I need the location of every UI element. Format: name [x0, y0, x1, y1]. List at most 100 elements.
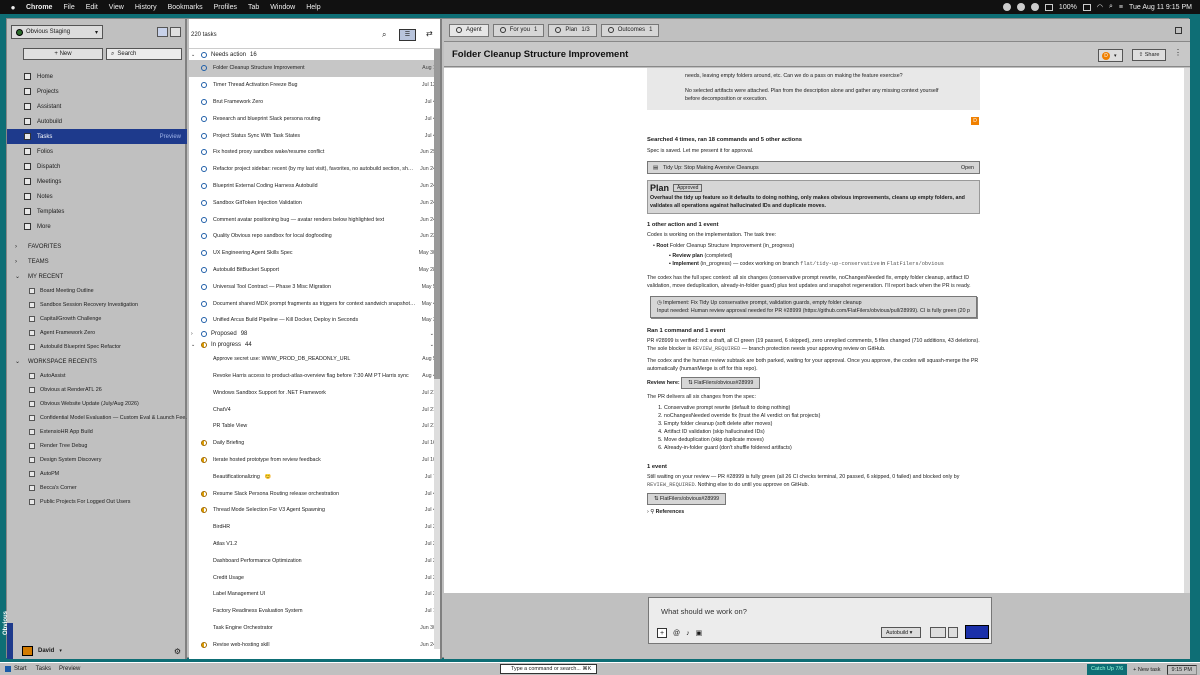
workspace-recent-item[interactable]: AutoAssist: [7, 369, 187, 383]
open-button[interactable]: Open: [961, 164, 974, 172]
more-icon[interactable]: ⋮: [1174, 48, 1182, 57]
task-row[interactable]: Universal Tool Contract — Phase 3 Misc M…: [189, 278, 440, 295]
tab-plan[interactable]: Plan 1/3: [548, 23, 597, 37]
tab-agent[interactable]: Agent: [449, 23, 489, 37]
apple-icon[interactable]: ●: [0, 3, 26, 12]
sidebar-item-home[interactable]: Home: [7, 69, 187, 84]
sidebar-item-folios[interactable]: Folios: [7, 144, 187, 159]
status-icon[interactable]: [1030, 3, 1039, 11]
task-row[interactable]: Unified Arcus Build Pipeline — Kill Dock…: [189, 312, 440, 329]
menu-app[interactable]: Chrome: [26, 4, 52, 11]
search-icon[interactable]: ⌕: [1109, 3, 1113, 11]
task-row[interactable]: Dashboard Performance Optimization Jul 2: [189, 552, 440, 569]
menubar-clock[interactable]: Tue Aug 11 9:15 PM: [1129, 4, 1192, 11]
task-row[interactable]: Refactor project sidebar: recent (by my …: [189, 161, 440, 178]
search-icon[interactable]: ⌕: [382, 30, 386, 40]
options-button[interactable]: [948, 627, 958, 638]
search-button[interactable]: ⌕ Search: [106, 48, 182, 60]
recent-item[interactable]: Board Meeting Outline: [7, 284, 187, 298]
sidebar-item-meetings[interactable]: Meetings: [7, 174, 187, 189]
my-recent-header[interactable]: ⌄ MY RECENT: [7, 269, 187, 284]
workspace-recents-header[interactable]: ⌄ WORKSPACE RECENTS: [7, 354, 187, 369]
task-row[interactable]: Comment avatar positioning bug — avatar …: [189, 211, 440, 228]
status-icon[interactable]: [1044, 3, 1053, 11]
workspace-recent-item[interactable]: Confidential Model Evaluation — Custom E…: [7, 411, 187, 425]
references-toggle[interactable]: › ⚲ References: [647, 508, 980, 516]
activity-summary[interactable]: 1 other action and 1 event: [647, 221, 980, 229]
owner-button[interactable]: D ▾: [1098, 49, 1123, 62]
task-row[interactable]: Label Management UI Jul 2: [189, 586, 440, 603]
task-row[interactable]: Sandbox GitToken Injection Validation Jun…: [189, 194, 440, 211]
sidebar-item-dispatch[interactable]: Dispatch: [7, 159, 187, 174]
activity-summary[interactable]: Searched 4 times, ran 18 commands and 5 …: [647, 136, 980, 144]
task-row[interactable]: Revoke Harris access to product-atlas-ov…: [189, 368, 440, 385]
task-row[interactable]: Blueprint External Coding Harness Autobu…: [189, 178, 440, 195]
wifi-icon[interactable]: ◠: [1097, 3, 1103, 11]
task-row[interactable]: Thread Mode Selection For V3 Agent Spawn…: [189, 502, 440, 519]
task-row[interactable]: Iterate hosted prototype from review fee…: [189, 452, 440, 469]
task-row[interactable]: Folder Cleanup Structure Improvement Aug …: [189, 60, 440, 77]
group-proposed[interactable]: › Proposed 98 ⌄: [189, 329, 440, 340]
send-button[interactable]: [965, 625, 989, 639]
task-row[interactable]: Fix hosted proxy sandbox wake/resume con…: [189, 144, 440, 161]
task-row[interactable]: Quality Obvious repo sandbox for local d…: [189, 228, 440, 245]
model-button[interactable]: [930, 627, 946, 638]
spec-artifact[interactable]: ▤ Tidy Up: Stop Making Aversive Cleanups O…: [647, 161, 980, 174]
menu-item[interactable]: Bookmarks: [168, 4, 203, 11]
task-row[interactable]: Project Status Sync With Task States Jul …: [189, 127, 440, 144]
new-task-button[interactable]: + New task: [1133, 667, 1160, 673]
sidebar-item-projects[interactable]: Projects: [7, 84, 187, 99]
command-search[interactable]: Type a command or search... ⌘K: [500, 664, 597, 674]
workspace-recent-item[interactable]: Obvious at RenderATL 26: [7, 383, 187, 397]
gear-icon[interactable]: ⚙: [174, 647, 181, 656]
recent-item[interactable]: Sandbox Session Recovery Investigation: [7, 298, 187, 312]
microphone-icon[interactable]: ♪: [686, 630, 690, 637]
conversation-scrollbar[interactable]: [1184, 68, 1190, 593]
battery-icon[interactable]: [1082, 3, 1091, 11]
user-footer[interactable]: David ▾ ⚙: [7, 643, 187, 659]
close-panel-icon[interactable]: [1175, 26, 1182, 34]
activity-summary[interactable]: 1 event: [647, 463, 980, 471]
pr-link[interactable]: ⇅ FlatFilers/obvious#28999: [647, 493, 727, 505]
new-button[interactable]: + New: [23, 48, 103, 60]
menu-item[interactable]: History: [135, 4, 157, 11]
task-row[interactable]: Task Engine Orchestrator Jun 30: [189, 620, 440, 637]
recent-item[interactable]: Capital/Growth Challenge: [7, 312, 187, 326]
task-row[interactable]: Autobuild BitBucket Support May 28: [189, 262, 440, 279]
sidebar-item-more[interactable]: More: [7, 219, 187, 234]
task-row[interactable]: UX Engineering Agent Skills Spec May 30: [189, 245, 440, 262]
group-in-progress[interactable]: ⌄ In progress 44 ⌄: [189, 340, 440, 351]
task-row[interactable]: BirdHR Jul 2: [189, 519, 440, 536]
sidebar-item-assistant[interactable]: Assistant: [7, 99, 187, 114]
group-needs-action[interactable]: ⌄ Needs action 16: [189, 49, 440, 60]
menu-item[interactable]: Help: [306, 4, 320, 11]
task-row[interactable]: Resume Slack Persona Routing release orc…: [189, 485, 440, 502]
share-button[interactable]: ⇪ Share: [1132, 49, 1166, 61]
tab-for-you[interactable]: For you 1: [492, 23, 545, 37]
sidebar-item-notes[interactable]: Notes: [7, 189, 187, 204]
composer[interactable]: What should we work on? + @ ♪ ▣ Autobuil…: [648, 597, 992, 644]
activity-summary[interactable]: Ran 1 command and 1 event: [647, 327, 980, 335]
workspace-recent-item[interactable]: Becca's Corner: [7, 481, 187, 495]
menu-item[interactable]: Edit: [86, 4, 98, 11]
image-icon[interactable]: ▣: [696, 629, 703, 637]
teams-header[interactable]: › TEAMS: [7, 254, 187, 269]
menu-item[interactable]: Profiles: [214, 4, 237, 11]
notifications-icon[interactable]: [157, 27, 168, 37]
pr-link[interactable]: ⇅ FlatFilers/obvious#28999: [681, 377, 761, 389]
workspace-recent-item[interactable]: Public Projects For Logged Out Users: [7, 495, 187, 509]
task-row[interactable]: Atlas V1.2 Jul 2: [189, 536, 440, 553]
task-row[interactable]: Document shared MDX prompt fragments as …: [189, 295, 440, 312]
status-icon[interactable]: [1016, 3, 1025, 11]
status-icon[interactable]: [1002, 3, 1011, 11]
task-row[interactable]: Brut Framework Zero Jul 4: [189, 94, 440, 111]
implement-card[interactable]: ◷ Implement: Fix Tidy Up conservative pr…: [650, 296, 977, 318]
filter-button[interactable]: ☰: [399, 29, 416, 41]
favorites-header[interactable]: › FAVORITES: [7, 239, 187, 254]
sidebar-item-templates[interactable]: Templates: [7, 204, 187, 219]
sort-icon[interactable]: ⇄: [426, 29, 433, 38]
task-row[interactable]: Revise web-hosting skill Jun 24: [189, 636, 440, 653]
sidebar-item-autobuild[interactable]: Autobuild: [7, 114, 187, 129]
menu-item[interactable]: View: [109, 4, 124, 11]
add-icon[interactable]: +: [657, 628, 667, 638]
